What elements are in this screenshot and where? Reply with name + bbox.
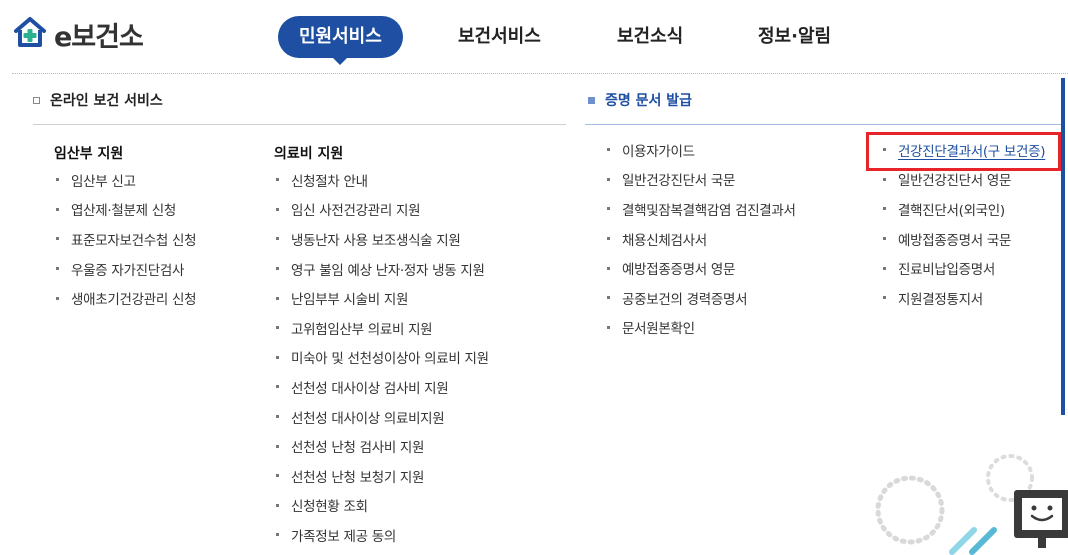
bullet-icon: [276, 474, 279, 478]
bullet-icon: [276, 326, 279, 330]
bullet-icon: [883, 266, 886, 270]
menu-item[interactable]: 영구 불임 예상 난자·정자 냉동 지원: [274, 254, 489, 284]
column-heading-maternity: 임산부 지원: [54, 146, 124, 162]
header-divider: [12, 73, 1068, 74]
main-nav: 민원서비스 보건서비스 보건소식 정보·알림: [0, 16, 1068, 65]
menu-item[interactable]: 임산부 신고: [54, 165, 196, 195]
cert-menu-list-1: 이용자가이드 일반건강진단서 국문 결핵및잠복결핵감염 검진결과서 채용신체검사…: [605, 135, 796, 342]
menu-item[interactable]: 냉동난자 사용 보조생식술 지원: [274, 224, 489, 254]
bullet-icon: [607, 237, 610, 241]
menu-item[interactable]: 미숙아 및 선천성이상아 의료비 지원: [274, 343, 489, 373]
bullet-icon: [607, 266, 610, 270]
menu-item[interactable]: 예방접종증명서 영문: [605, 253, 796, 283]
decorative-illustration: [875, 454, 1068, 555]
page: e보건소 민원서비스 보건서비스 보건소식 정보·알림 온라인 보건 서비스 임…: [0, 0, 1068, 555]
bullet-icon: [56, 267, 59, 271]
menu-item[interactable]: 결핵및잠복결핵감염 검진결과서: [605, 194, 796, 224]
menu-item[interactable]: 지원결정통지서: [881, 283, 1045, 313]
menu-item[interactable]: 고위험임산부 의료비 지원: [274, 313, 489, 343]
bullet-icon: [276, 355, 279, 359]
scrollbar[interactable]: [1061, 78, 1065, 415]
section-title-label: 증명 문서 발급: [605, 93, 693, 109]
section-underline: [585, 124, 1061, 125]
stripe-icon: [969, 527, 997, 555]
menu-item[interactable]: 엽산제·철분제 신청: [54, 195, 196, 225]
menu-item[interactable]: 선천성 대사이상 의료비지원: [274, 402, 489, 432]
menu-item[interactable]: 난임부부 시술비 지원: [274, 283, 489, 313]
dotted-circle-icon: [875, 475, 945, 545]
bullet-icon: [883, 237, 886, 241]
menu-item[interactable]: 결핵진단서(외국인): [881, 194, 1045, 224]
menu-item[interactable]: 신청절차 안내: [274, 165, 489, 195]
bullet-icon: [607, 296, 610, 300]
bullet-icon: [276, 385, 279, 389]
bullet-icon: [883, 207, 886, 211]
menu-item[interactable]: 채용신체검사서: [605, 224, 796, 254]
bullet-icon: [276, 296, 279, 300]
bullet-icon: [276, 415, 279, 419]
menu-item[interactable]: 이용자가이드: [605, 135, 796, 165]
bullet-icon: [607, 177, 610, 181]
bullet-icon: [276, 267, 279, 271]
menu-item[interactable]: 일반건강진단서 국문: [605, 165, 796, 195]
bullet-icon: [56, 178, 59, 182]
bullet-icon: [883, 296, 886, 300]
section-underline: [33, 124, 566, 125]
bullet-icon: [883, 177, 886, 181]
menu-item[interactable]: 선천성 난청 보청기 지원: [274, 461, 489, 491]
bullet-icon: [276, 237, 279, 241]
square-bullet-icon: [33, 96, 40, 104]
nav-health-news[interactable]: 보건소식: [617, 16, 683, 58]
menu-item[interactable]: 생애초기건강관리 신청: [54, 283, 197, 313]
medical-support-menu-list: 신청절차 안내 임신 사전건강관리 지원 냉동난자 사용 보조생식술 지원 영구…: [274, 165, 489, 550]
column-heading-medical: 의료비 지원: [274, 146, 344, 162]
bullet-icon: [276, 444, 279, 448]
bullet-icon: [607, 325, 610, 329]
menu-item[interactable]: 임신 사전건강관리 지원: [274, 195, 489, 225]
monitor-face-icon: [1014, 490, 1068, 548]
menu-item[interactable]: 가족정보 제공 동의: [274, 520, 489, 550]
stripe-icon: [949, 527, 977, 555]
bullet-icon: [56, 296, 59, 300]
bullet-icon: [607, 207, 610, 211]
section-title-label: 온라인 보건 서비스: [50, 93, 163, 109]
bullet-icon: [276, 207, 279, 211]
bullet-icon: [276, 178, 279, 182]
section-title-cert: 증명 문서 발급: [588, 90, 692, 110]
square-bullet-icon: [588, 96, 595, 104]
bullet-icon: [276, 503, 279, 507]
nav-civil-service[interactable]: 민원서비스: [278, 16, 403, 65]
menu-item[interactable]: 문서원본확인: [605, 313, 796, 343]
section-title-online: 온라인 보건 서비스: [33, 90, 163, 110]
bullet-icon: [607, 148, 610, 152]
menu-item[interactable]: 진료비납입증명서: [881, 253, 1045, 283]
bullet-icon: [276, 533, 279, 537]
menu-item[interactable]: 공중보건의 경력증명서: [605, 283, 796, 313]
highlight-box: [866, 132, 1061, 171]
bullet-icon: [56, 237, 59, 241]
bullet-icon: [56, 207, 59, 211]
menu-item[interactable]: 표준모자보건수첩 신청: [54, 224, 197, 254]
menu-item[interactable]: 신청현황 조회: [274, 491, 489, 521]
nav-info-notice[interactable]: 정보·알림: [758, 16, 831, 58]
menu-item[interactable]: 선천성 대사이상 검사비 지원: [274, 372, 489, 402]
maternity-menu-list: 임산부 신고 엽산제·철분제 신청 표준모자보건수첩 신청 우울증 자가진단검사…: [54, 165, 197, 313]
nav-health-service[interactable]: 보건서비스: [458, 16, 541, 58]
menu-item[interactable]: 선천성 난청 검사비 지원: [274, 431, 489, 461]
menu-item[interactable]: 우울증 자가진단검사: [54, 254, 196, 284]
menu-item[interactable]: 예방접종증명서 국문: [881, 224, 1045, 254]
